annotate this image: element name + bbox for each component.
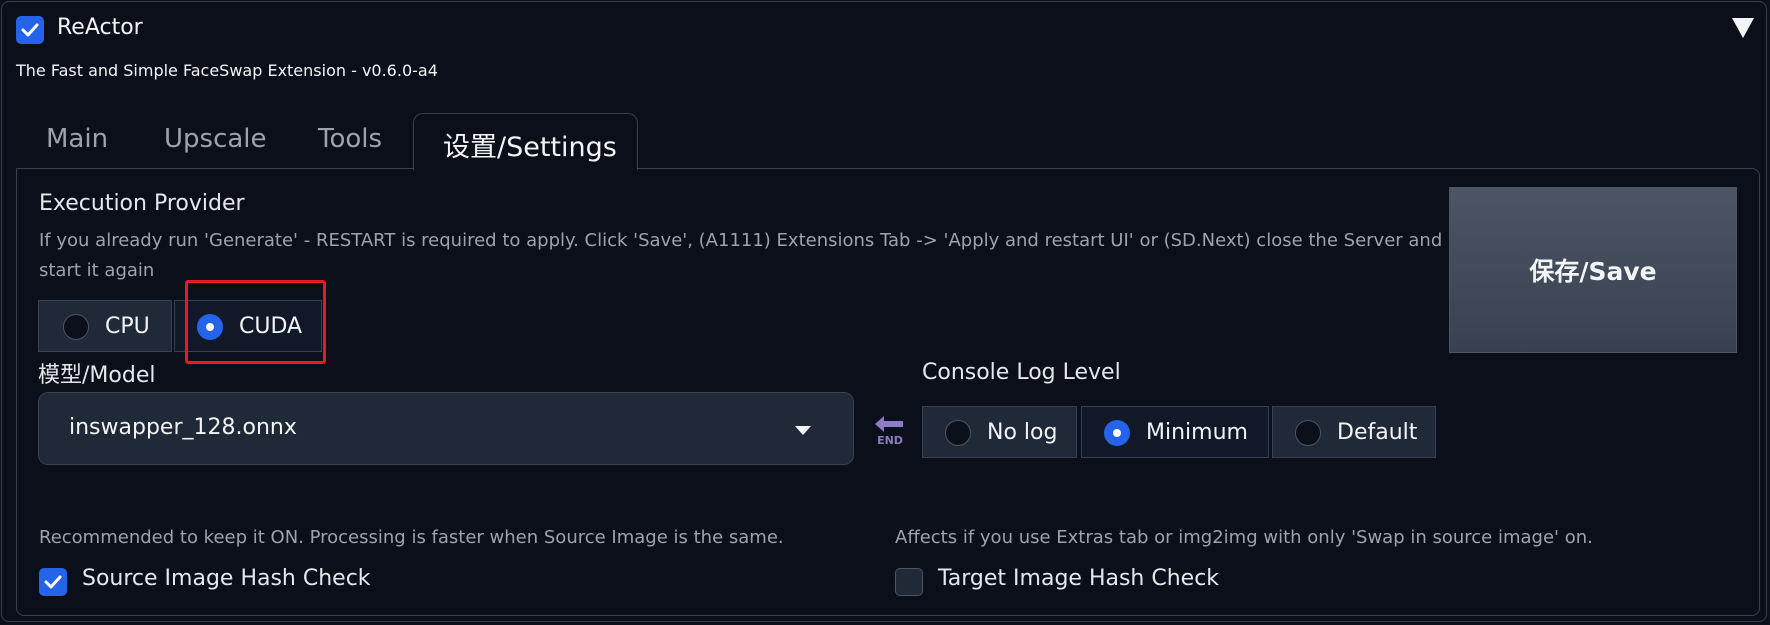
radio-default-circle [1295,420,1321,446]
tab-settings[interactable]: 设置/Settings [413,113,638,170]
model-label: 模型/Model [38,363,156,388]
execution-provider-info: If you already run 'Generate' - RESTART … [39,230,1443,281]
chevron-down-icon [795,426,811,435]
radio-minimum-label: Minimum [1146,420,1248,445]
radio-default[interactable]: Default [1272,406,1436,458]
radio-cpu-label: CPU [105,314,150,339]
target-hash-checkbox[interactable] [895,568,923,596]
radio-minimum-circle [1104,420,1130,446]
radio-no-log-label: No log [987,420,1058,445]
tab-upscale[interactable]: Upscale [164,124,267,154]
cuda-highlight-box [185,280,326,364]
check-icon [44,575,62,589]
source-hash-info: Recommended to keep it ON. Processing is… [39,527,784,548]
tab-main[interactable]: Main [46,124,108,154]
radio-no-log-circle [945,420,971,446]
target-hash-info: Affects if you use Extras tab or img2img… [895,527,1593,548]
model-dropdown[interactable]: inswapper_128.onnx [38,392,854,465]
model-value: inswapper_128.onnx [69,415,297,440]
tab-settings-label: 设置/Settings [443,132,617,163]
execution-provider-label: Execution Provider [39,191,245,216]
panel-title: ReActor [57,15,143,40]
console-log-label: Console Log Level [922,360,1121,385]
save-button[interactable]: 保存/Save [1449,187,1737,353]
tab-tools[interactable]: Tools [318,124,382,154]
radio-cpu[interactable]: CPU [38,300,172,352]
radio-minimum[interactable]: Minimum [1081,406,1269,458]
check-icon [21,23,39,37]
enable-reactor-checkbox[interactable] [16,16,44,44]
radio-no-log[interactable]: No log [922,406,1077,458]
triangle-down-icon[interactable] [1732,18,1754,38]
source-hash-label: Source Image Hash Check [82,566,371,591]
radio-cpu-circle [63,314,89,340]
end-arrow-icon: END [875,416,903,447]
source-hash-checkbox[interactable] [39,568,67,596]
radio-default-label: Default [1337,420,1418,445]
end-label: END [877,434,903,447]
target-hash-label: Target Image Hash Check [938,566,1220,591]
panel-subtitle: The Fast and Simple FaceSwap Extension -… [16,61,438,80]
